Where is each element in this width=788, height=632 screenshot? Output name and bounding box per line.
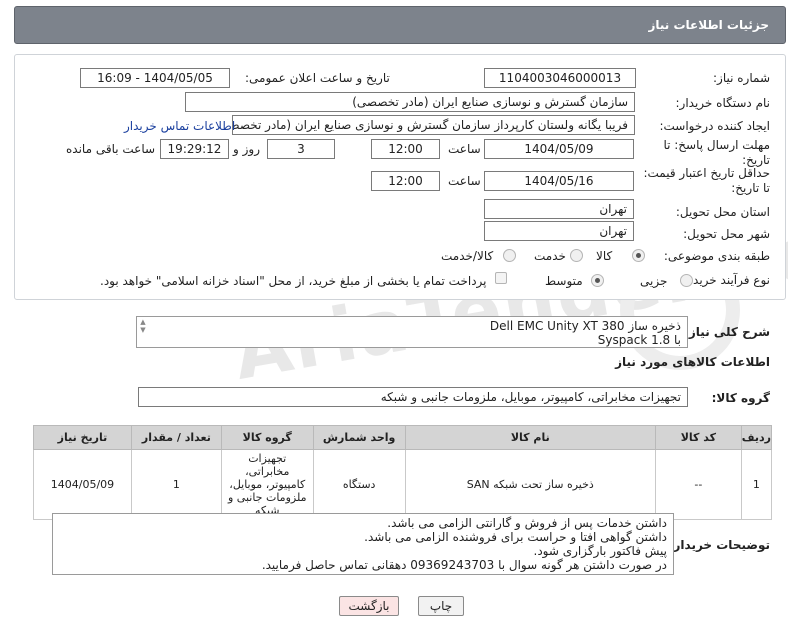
col-quantity: تعداد / مقدار [130,425,222,450]
table-row: 1 -- ذخیره ساز تحت شبکه SAN دستگاه تجهیز… [33,449,773,520]
col-item-group: گروه کالا [220,425,314,450]
price-date-field: 1404/05/16 [484,171,634,191]
announce-datetime-label: تاریخ و ساعت اعلان عمومی: [245,71,390,85]
remaining-time-field: 19:29:12 [160,139,229,159]
col-unit: واحد شمارش [312,425,406,450]
description-line-1: ذخیره ساز Dell EMC Unity XT 380 [489,319,681,333]
category-goods-radio[interactable] [632,249,645,262]
days-field: 3 [267,139,335,159]
description-label: شرح کلی نیاز: [684,325,770,339]
send-deadline-label: مهلت ارسال پاسخ: تا تاریخ: [663,138,770,167]
delivery-city-label: شهر محل تحویل: [683,227,770,241]
need-number-label: شماره نیاز: [713,71,770,85]
requester-label: ایجاد کننده درخواست: [659,119,770,133]
notes-line-3: پیش فاکتور بارگزاری شود. [533,544,667,558]
delivery-city-field: تهران [484,221,634,241]
need-number-field: 1104003046000013 [484,68,636,88]
goods-group-field: تجهیزات مخابراتی، کامپیوتر، موبایل، ملزو… [138,387,688,407]
description-line-2: با Syspack 1.8 [597,333,681,347]
purchase-medium-radio[interactable] [591,274,604,287]
days-and-label: روز و [233,142,260,156]
purchase-partial-label: جزیی [640,274,668,288]
col-need-date: تاریخ نیاز [33,425,132,450]
purchase-medium-label: متوسط [545,274,583,288]
price-validity-label: حداقل تاریخ اعتبار قیمت: تا تاریخ: [643,166,770,195]
print-button[interactable]: چاپ [418,596,464,616]
cell-unit: دستگاه [312,449,406,520]
category-label: طبقه بندی موضوعی: [663,249,770,263]
back-button[interactable]: بازگشت [339,596,399,616]
price-time-field: 12:00 [371,171,440,191]
goods-info-title: اطلاعات کالاهای مورد نیاز [615,355,770,369]
cell-quantity: 1 [130,449,222,520]
goods-group-label: گروه کالا: [711,391,770,405]
goods-table: ردیف کد کالا نام کالا واحد شمارش گروه کا… [33,425,773,520]
send-hour-label: ساعت [448,142,481,156]
cell-item-code: -- [654,449,742,520]
buyer-contact-link[interactable]: اطلاعات تماس خریدار [124,119,235,133]
price-hour-label: ساعت [448,174,481,188]
purchase-partial-radio[interactable] [680,274,693,287]
buyer-org-label: نام دستگاه خریدار: [675,96,771,110]
category-service-label: خدمت [534,249,566,263]
send-time-field: 12:00 [371,139,440,159]
col-row-number: ردیف [740,425,773,450]
textarea-scroll-arrows-icon[interactable]: ▲ ▼ [138,318,148,346]
delivery-province-label: استان محل تحویل: [675,205,770,219]
purchase-type-label: نوع فرآیند خرید : [685,273,770,287]
cell-need-date: 1404/05/09 [33,449,132,520]
category-goods-label: کالا [596,249,613,263]
buyer-org-field: سازمان گسترش و نوسازی صنایع ایران (مادر … [185,92,635,112]
send-date-field: 1404/05/09 [484,139,634,159]
category-goods-service-label: کالا/خدمت [441,249,494,263]
buyer-notes-label: توضیحات خریدار: [668,538,770,552]
buyer-notes-textarea[interactable]: داشتن خدمات پس از فروش و گارانتی الزامی … [52,513,674,575]
table-header-row: ردیف کد کالا نام کالا واحد شمارش گروه کا… [33,425,773,450]
cell-row-number: 1 [740,449,773,520]
treasury-payment-checkbox[interactable] [495,272,507,284]
delivery-province-field: تهران [484,199,634,219]
cell-item-name: ذخیره ساز تحت شبکه SAN [404,449,656,520]
category-goods-service-radio[interactable] [503,249,516,262]
notes-line-2: داشتن گواهی افتا و حراست برای فروشنده ال… [364,530,667,544]
page-title: جزئیات اطلاعات نیاز [648,18,769,32]
notes-line-1: داشتن خدمات پس از فروش و گارانتی الزامی … [387,516,667,530]
announce-datetime-field: 1404/05/05 - 16:09 [80,68,230,88]
page-header: جزئیات اطلاعات نیاز [14,6,786,44]
requester-field: فریبا یگانه ولستان کارپرداز سازمان گسترش… [232,115,635,135]
col-item-name: نام کالا [404,425,656,450]
remaining-label: ساعت باقی مانده [66,142,156,156]
notes-line-4: در صورت داشتن هر گونه سوال با 0936924370… [261,558,667,572]
col-item-code: کد کالا [654,425,742,450]
category-service-radio[interactable] [570,249,583,262]
description-textarea[interactable]: ذخیره ساز Dell EMC Unity XT 380 با Syspa… [136,316,688,348]
treasury-payment-note: پرداخت تمام یا بخشی از مبلغ خرید، از محل… [100,274,487,288]
cell-item-group: تجهیزات مخابراتی، کامپیوتر، موبایل، ملزو… [220,449,314,520]
